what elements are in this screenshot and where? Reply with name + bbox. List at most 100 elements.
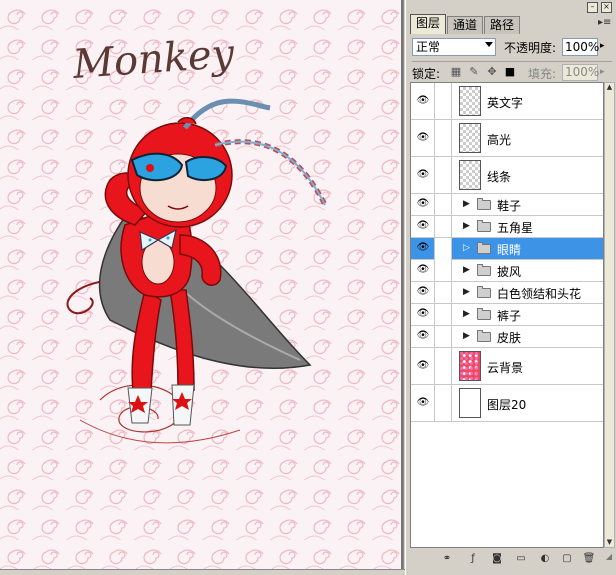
- close-icon[interactable]: ×: [601, 2, 612, 13]
- group-row[interactable]: 👁 ▶ 皮肤: [411, 326, 603, 348]
- expand-triangle-icon[interactable]: ▶: [463, 221, 470, 231]
- eye-icon[interactable]: 👁: [413, 220, 433, 231]
- group-name: 披风: [497, 265, 522, 279]
- eye-icon[interactable]: 👁: [413, 132, 433, 143]
- folder-icon: [477, 330, 491, 342]
- eye-icon[interactable]: 👁: [413, 330, 433, 341]
- layer-mask-icon[interactable]: ◙: [490, 552, 504, 565]
- group-row[interactable]: 👁 ▶ 鞋子: [411, 194, 603, 216]
- panel-bottom-toolbar: ⚭ ƒ ◙ ▭ ◐ ▢ 🗑 ◢: [410, 549, 614, 569]
- lock-transparency-icon[interactable]: ▦: [450, 66, 462, 78]
- opacity-slider-icon[interactable]: ▸: [600, 41, 605, 51]
- panel-titlebar: – ×: [406, 0, 616, 14]
- link-slot[interactable]: [434, 194, 452, 216]
- group-row-selected[interactable]: 👁 ▷ 眼睛: [411, 238, 603, 260]
- lock-position-icon[interactable]: ✥: [486, 66, 498, 78]
- layer-style-icon[interactable]: ƒ: [466, 552, 480, 565]
- eye-icon[interactable]: 👁: [413, 95, 433, 106]
- eye-icon[interactable]: 👁: [413, 308, 433, 319]
- link-slot[interactable]: [434, 385, 452, 422]
- group-name: 白色领结和头花: [497, 287, 582, 301]
- expand-triangle-icon[interactable]: ▷: [463, 243, 470, 253]
- link-slot[interactable]: [434, 304, 452, 326]
- scroll-down-icon[interactable]: ▼: [605, 538, 614, 547]
- folder-icon: [477, 264, 491, 276]
- layer-thumbnail: [459, 351, 481, 381]
- eye-icon[interactable]: 👁: [413, 360, 433, 371]
- blend-mode-select[interactable]: 正常: [412, 38, 496, 56]
- trash-icon[interactable]: 🗑: [582, 552, 596, 565]
- expand-triangle-icon[interactable]: ▶: [463, 265, 470, 275]
- folder-icon: [477, 220, 491, 232]
- layer-row[interactable]: 👁 线条: [411, 157, 603, 194]
- group-name: 皮肤: [497, 331, 522, 345]
- layer-name: 图层20: [487, 398, 527, 412]
- link-slot[interactable]: [434, 326, 452, 348]
- blend-mode-value: 正常: [416, 40, 441, 54]
- link-slot[interactable]: [434, 260, 452, 282]
- layer-name: 云背景: [487, 361, 524, 375]
- link-slot[interactable]: [434, 157, 452, 194]
- layer-list-scrollbar[interactable]: ▲ ▼: [604, 82, 615, 548]
- artwork: Monkey: [0, 0, 403, 569]
- group-name: 鞋子: [497, 199, 522, 213]
- tab-channels[interactable]: 通道: [447, 16, 484, 34]
- scroll-up-icon[interactable]: ▲: [605, 83, 614, 92]
- eye-icon[interactable]: 👁: [413, 242, 433, 253]
- layer-row[interactable]: 👁 高光: [411, 120, 603, 157]
- link-slot[interactable]: [434, 348, 452, 385]
- group-row[interactable]: 👁 ▶ 裤子: [411, 304, 603, 326]
- new-layer-icon[interactable]: ▢: [560, 552, 574, 565]
- eye-icon[interactable]: 👁: [413, 169, 433, 180]
- link-slot[interactable]: [434, 282, 452, 304]
- group-row[interactable]: 👁 ▶ 白色领结和头花: [411, 282, 603, 304]
- folder-icon: [477, 308, 491, 320]
- expand-triangle-icon[interactable]: ▶: [463, 309, 470, 319]
- layer-row[interactable]: 👁 英文字: [411, 83, 603, 120]
- document-canvas[interactable]: Monkey: [0, 0, 404, 569]
- layer-row[interactable]: 👁 云背景: [411, 348, 603, 385]
- link-slot[interactable]: [434, 238, 452, 260]
- link-layers-icon[interactable]: ⚭: [440, 552, 454, 565]
- blend-row: 正常 不透明度: 100% ▸: [412, 38, 612, 58]
- group-name: 五角星: [497, 221, 534, 235]
- expand-triangle-icon[interactable]: ▶: [463, 199, 470, 209]
- group-name: 裤子: [497, 309, 522, 323]
- layer-thumbnail: [459, 86, 481, 116]
- adjustment-layer-icon[interactable]: ◐: [538, 552, 552, 565]
- layers-panel: – × 图层 通道 路径 ▸≡ 正常 不透明度: 100% ▸ 锁定: ▦ ✎ …: [405, 0, 616, 575]
- link-slot[interactable]: [434, 120, 452, 157]
- layer-name: 英文字: [487, 96, 524, 110]
- lock-pixels-icon[interactable]: ✎: [468, 66, 480, 78]
- eye-icon[interactable]: 👁: [413, 264, 433, 275]
- fill-label: 填充:: [528, 67, 557, 81]
- layer-row[interactable]: 👁 图层20: [411, 385, 603, 422]
- expand-triangle-icon[interactable]: ▶: [463, 331, 470, 341]
- fill-field[interactable]: 100%: [562, 64, 599, 81]
- resize-grip-icon[interactable]: ◢: [606, 552, 612, 561]
- opacity-field[interactable]: 100%: [562, 38, 599, 56]
- lock-row: 锁定: ▦ ✎ ✥ ■ 填充: 100% ▸: [412, 61, 612, 82]
- canvas-bottom-edge: [0, 569, 405, 575]
- lock-label: 锁定:: [412, 67, 441, 81]
- eye-icon[interactable]: 👁: [413, 286, 433, 297]
- eye-icon[interactable]: 👁: [413, 397, 433, 408]
- group-row[interactable]: 👁 ▶ 五角星: [411, 216, 603, 238]
- opacity-label: 不透明度:: [504, 41, 557, 55]
- folder-icon: [477, 286, 491, 298]
- panel-menu-icon[interactable]: ▸≡: [598, 17, 611, 29]
- group-row[interactable]: 👁 ▶ 披风: [411, 260, 603, 282]
- new-group-icon[interactable]: ▭: [514, 552, 528, 565]
- tab-layers[interactable]: 图层: [410, 14, 447, 34]
- fill-slider-icon[interactable]: ▸: [600, 67, 605, 77]
- panel-tabs: 图层 通道 路径: [410, 14, 521, 34]
- group-name: 眼睛: [497, 243, 522, 257]
- tab-paths[interactable]: 路径: [484, 16, 521, 34]
- link-slot[interactable]: [434, 216, 452, 238]
- lock-all-icon[interactable]: ■: [504, 66, 516, 78]
- eye-icon[interactable]: 👁: [413, 198, 433, 209]
- minimize-icon[interactable]: –: [587, 2, 598, 13]
- folder-icon: [477, 242, 491, 254]
- link-slot[interactable]: [434, 83, 452, 120]
- expand-triangle-icon[interactable]: ▶: [463, 287, 470, 297]
